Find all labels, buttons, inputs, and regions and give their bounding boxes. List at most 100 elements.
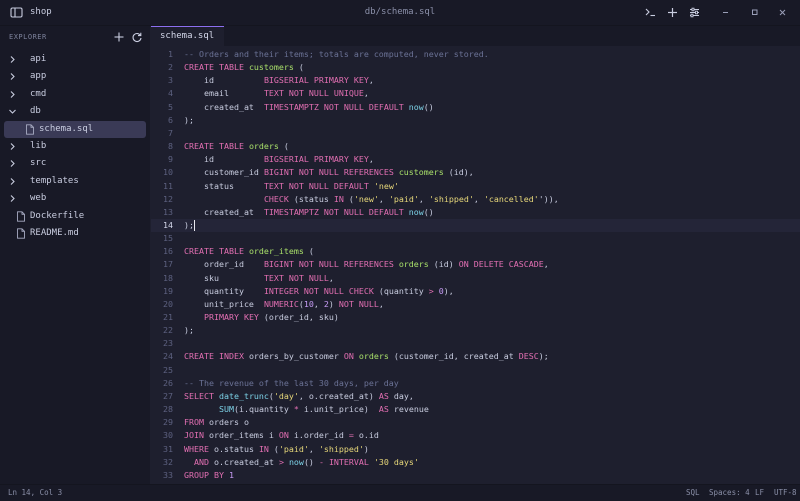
line-number: 2 <box>168 62 173 73</box>
code-line[interactable]: 14); <box>151 218 800 232</box>
code-line[interactable]: 7 <box>151 127 800 140</box>
code-line[interactable]: 26 -- The revenue of the last 30 days, pe… <box>151 377 800 390</box>
new-file-icon[interactable] <box>113 31 125 43</box>
code-line[interactable]: 33 GROUP BY 1 <box>151 469 800 482</box>
indentation[interactable]: Spaces: 4 <box>709 485 750 501</box>
code-line[interactable]: 23 <box>151 337 800 350</box>
line-number: 27 <box>163 390 173 401</box>
line-number: 32 <box>163 456 173 467</box>
line-number: 28 <box>163 404 173 415</box>
line-number: 1 <box>168 49 173 59</box>
code-text: id BIGSERIAL PRIMARY KEY, <box>184 154 374 165</box>
code-line[interactable]: 29 FROM orders o <box>151 416 800 429</box>
code-text: CREATE TABLE customers ( <box>184 62 304 73</box>
code-line[interactable]: 13 created_at TIMESTAMPTZ NOT NULL DEFAU… <box>151 206 800 219</box>
code-text: AND o.created_at > now() - INTERVAL '30 … <box>194 456 419 467</box>
code-text: FROM orders o <box>184 417 249 428</box>
line-ending[interactable]: LF <box>755 485 764 501</box>
tab-schema-sql[interactable]: schema.sql <box>151 26 224 46</box>
line-number: 5 <box>168 101 173 112</box>
chevron-right-icon <box>8 90 17 99</box>
file-schema-sql[interactable]: schema.sql <box>4 120 146 138</box>
terminal-icon[interactable] <box>643 5 658 20</box>
refresh-icon[interactable] <box>131 31 143 43</box>
folder-db[interactable]: db <box>0 103 150 120</box>
tree-item-label: api <box>30 54 47 64</box>
code-line[interactable]: 10 customer_id BIGINT NOT NULL REFERENCE… <box>151 166 800 179</box>
code-text: CHECK (status IN ('new', 'paid', 'shippe… <box>263 193 559 204</box>
file-icon <box>16 210 26 222</box>
code-line[interactable]: 2 CREATE TABLE customers ( <box>151 61 800 74</box>
file-icon <box>25 123 35 135</box>
code-text: email TEXT NOT NULL UNIQUE, <box>184 88 369 99</box>
folder-cmd[interactable]: cmd <box>0 86 150 103</box>
line-number: 8 <box>168 141 173 152</box>
code-text: -- The revenue of the last 30 days, per … <box>184 377 399 388</box>
code-line[interactable]: 12 CHECK (status IN ('new', 'paid', 'shi… <box>151 193 800 206</box>
code-line[interactable]: 31 WHERE o.status IN ('paid', 'shipped') <box>151 443 800 456</box>
code-line[interactable]: 22); <box>151 324 800 337</box>
code-line[interactable]: 24 CREATE INDEX orders_by_customer ON ord… <box>151 350 800 363</box>
line-number: 11 <box>163 180 173 191</box>
code-line[interactable]: 15 <box>151 232 800 245</box>
code-line[interactable]: 32 AND o.created_at > now() - INTERVAL '… <box>151 456 800 469</box>
code-line[interactable]: 27 SELECT date_trunc('day', o.created_at)… <box>151 390 800 403</box>
file-readme-md[interactable]: README.md <box>0 225 150 242</box>
line-number: 3 <box>168 75 173 86</box>
code-line[interactable]: 18 sku TEXT NOT NULL, <box>151 272 800 285</box>
code-text: customer_id BIGINT NOT NULL REFERENCES c… <box>184 167 474 178</box>
plus-icon[interactable] <box>665 5 680 20</box>
line-number: 9 <box>168 154 173 165</box>
code-line[interactable]: 21 PRIMARY KEY (order_id, sku) <box>151 311 800 324</box>
code-line[interactable]: 28 SUM(i.quantity * i.unit_price) AS rev… <box>151 403 800 416</box>
code-line[interactable]: 25 <box>151 364 800 377</box>
code-text: ); <box>184 219 195 231</box>
folder-api[interactable]: api <box>0 51 150 68</box>
code-text: ); <box>184 325 194 336</box>
close-icon[interactable] <box>775 5 790 20</box>
line-number: 31 <box>163 443 173 454</box>
tree-item-label: Dockerfile <box>30 210 85 221</box>
cursor-position[interactable]: Ln 14, Col 3 <box>8 485 62 501</box>
status-bar: Ln 14, Col 3 SQL Spaces: 4 LF UTF-8 <box>0 484 800 501</box>
tree-item-label: README.md <box>30 228 79 238</box>
line-number: 7 <box>168 127 173 138</box>
folder-templates[interactable]: templates <box>0 173 150 190</box>
code-text: JOIN order_items i ON i.order_id = o.id <box>184 430 379 441</box>
code-line[interactable]: 4 email TEXT NOT NULL UNIQUE, <box>151 87 800 100</box>
code-line[interactable]: 1 -- Orders and their items; totals are c… <box>151 48 800 61</box>
code-line[interactable]: 17 order_id BIGINT NOT NULL REFERENCES o… <box>151 258 800 271</box>
code-line[interactable]: 11 status TEXT NOT NULL DEFAULT 'new' <box>151 180 800 193</box>
code-line[interactable]: 6); <box>151 114 800 127</box>
line-number: 26 <box>163 377 173 388</box>
line-number: 4 <box>168 88 173 99</box>
file-dockerfile[interactable]: Dockerfile <box>0 208 150 225</box>
code-line[interactable]: 9 id BIGSERIAL PRIMARY KEY, <box>151 153 800 166</box>
sliders-icon[interactable] <box>687 5 702 20</box>
line-number: 12 <box>163 193 173 204</box>
line-number: 19 <box>163 285 173 296</box>
code-line[interactable]: 5 created_at TIMESTAMPTZ NOT NULL DEFAUL… <box>151 101 800 114</box>
code-line[interactable]: 16 CREATE TABLE order_items ( <box>151 245 800 258</box>
folder-web[interactable]: web <box>0 190 150 207</box>
code-editor[interactable]: 1 -- Orders and their items; totals are c… <box>151 46 800 484</box>
code-text: sku TEXT NOT NULL, <box>184 272 334 283</box>
code-text: created_at TIMESTAMPTZ NOT NULL DEFAULT … <box>184 101 434 112</box>
folder-app[interactable]: app <box>0 68 150 85</box>
language-mode[interactable]: SQL <box>686 485 700 501</box>
code-line[interactable]: 20 unit_price NUMERIC(10, 2) NOT NULL, <box>151 298 800 311</box>
code-line[interactable]: 30 JOIN order_items i ON i.order_id = o.i… <box>151 429 800 442</box>
minimize-icon[interactable] <box>718 5 733 20</box>
code-text: PRIMARY KEY (order_id, sku) <box>203 312 339 322</box>
code-line[interactable]: 3 id BIGSERIAL PRIMARY KEY, <box>151 74 800 87</box>
line-number: 14 <box>163 219 173 230</box>
tree-item-label: db <box>30 106 41 117</box>
code-line[interactable]: 19 quantity INTEGER NOT NULL CHECK (quan… <box>151 285 800 298</box>
folder-lib[interactable]: lib <box>0 138 150 155</box>
code-line[interactable]: 8 CREATE TABLE orders ( <box>151 140 800 153</box>
code-text: CREATE TABLE order_items ( <box>184 246 314 257</box>
encoding[interactable]: UTF-8 <box>774 485 797 501</box>
folder-src[interactable]: src <box>0 155 150 172</box>
code-text: status TEXT NOT NULL DEFAULT 'new' <box>184 180 399 191</box>
maximize-icon[interactable] <box>747 5 762 20</box>
